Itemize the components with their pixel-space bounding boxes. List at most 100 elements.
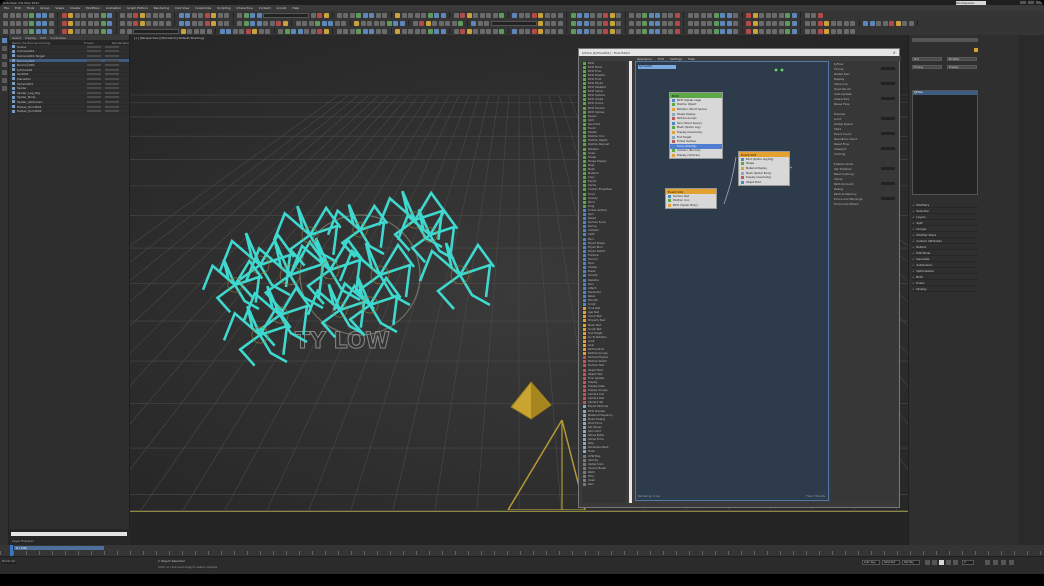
toolbar-button-icon[interactable] xyxy=(531,28,537,34)
toolbar-button-icon[interactable] xyxy=(824,28,829,34)
renderable-toggle[interactable] xyxy=(105,110,119,113)
next-frame-icon[interactable] xyxy=(946,560,951,565)
toolbar-button-icon[interactable] xyxy=(9,28,15,34)
toolbar-button-icon[interactable] xyxy=(746,28,751,34)
toolbar-button-icon[interactable] xyxy=(395,12,400,18)
rollout-header[interactable]: Modifier Stack xyxy=(912,233,978,238)
toolbar-button-icon[interactable] xyxy=(629,28,634,34)
toolbar-button-icon[interactable] xyxy=(765,12,771,18)
toolbar-button-icon[interactable] xyxy=(473,28,478,34)
set-key-button[interactable]: Set Key xyxy=(902,560,920,565)
toolbar-button-icon[interactable] xyxy=(596,28,602,34)
toolbar-button-icon[interactable] xyxy=(68,12,73,18)
toolbar-button-icon[interactable] xyxy=(191,12,197,18)
toolbar-button-icon[interactable] xyxy=(375,12,381,18)
toolbar-button-icon[interactable] xyxy=(869,20,875,26)
menu-item[interactable]: Tools xyxy=(27,6,34,10)
toolbar-button-icon[interactable] xyxy=(791,12,797,18)
toolbar-button-icon[interactable] xyxy=(609,20,615,26)
modifier-list-button[interactable]: Pick xyxy=(912,57,942,61)
explorer-menu-select[interactable]: Select xyxy=(12,36,21,40)
toolbar-button-icon[interactable] xyxy=(252,28,257,34)
toolbar-button-icon[interactable] xyxy=(100,12,106,18)
toolbar-button-icon[interactable] xyxy=(16,28,21,34)
toolbar-button-icon[interactable] xyxy=(48,28,54,34)
editor-menu-item[interactable]: Help xyxy=(688,57,695,61)
property-field[interactable] xyxy=(881,197,895,200)
toolbar-button-icon[interactable] xyxy=(733,20,738,26)
toolbar-button-icon[interactable] xyxy=(590,20,595,26)
toolbar-button-icon[interactable] xyxy=(804,20,810,26)
rollout-header[interactable]: Unique xyxy=(912,227,978,232)
toolbar-button-icon[interactable] xyxy=(159,20,164,26)
toolbar-button-icon[interactable] xyxy=(445,20,450,26)
toolbar-button-icon[interactable] xyxy=(321,20,327,26)
toolbar-button-icon[interactable] xyxy=(282,20,288,26)
toolbar-button-icon[interactable] xyxy=(791,28,797,34)
toolbar-button-icon[interactable] xyxy=(492,28,498,34)
editor-menu-item[interactable]: Edit xyxy=(658,57,664,61)
toolbar-button-icon[interactable] xyxy=(609,28,615,34)
toolbar-button-icon[interactable] xyxy=(427,12,433,18)
toolbar-button-icon[interactable] xyxy=(412,20,418,26)
toolbar-button-icon[interactable] xyxy=(518,28,524,34)
toolbar-button-icon[interactable] xyxy=(752,28,758,34)
toolbar-button-icon[interactable] xyxy=(557,28,563,34)
layout-icon[interactable] xyxy=(2,70,7,75)
toolbar-button-icon[interactable] xyxy=(830,20,836,26)
toolbar-button-icon[interactable] xyxy=(3,28,8,34)
explorer-row[interactable]: Helper_Point002 xyxy=(9,109,129,114)
toolbar-button-icon[interactable] xyxy=(596,12,602,18)
toolbar-button-icon[interactable] xyxy=(668,28,673,34)
menu-item[interactable]: Edit xyxy=(15,6,21,10)
toolbar-button-icon[interactable] xyxy=(499,12,504,18)
menu-item[interactable]: Group xyxy=(40,6,49,10)
toolbar-button-icon[interactable] xyxy=(395,28,400,34)
renderable-toggle[interactable] xyxy=(105,87,119,90)
flow-event-node[interactable]: Event 002 Surface Test Position Icon Birth … xyxy=(665,188,717,209)
toolbar-button-icon[interactable] xyxy=(42,28,47,34)
depot-operator[interactable]: Zero xyxy=(582,483,626,487)
column-renderable[interactable]: Renderable xyxy=(112,41,129,45)
toolbar-button-icon[interactable] xyxy=(707,12,712,18)
toolbar-button-icon[interactable] xyxy=(310,28,316,34)
toolbar-button-icon[interactable] xyxy=(486,12,491,18)
toolbar-button-icon[interactable] xyxy=(375,28,381,34)
auto-key-button[interactable]: Auto Key xyxy=(862,560,880,565)
menu-item[interactable]: Help xyxy=(292,6,299,10)
toolbar-button-icon[interactable] xyxy=(661,20,667,26)
renderable-toggle[interactable] xyxy=(105,64,119,67)
toolbar-button-icon[interactable] xyxy=(642,12,647,18)
toolbar-button-icon[interactable] xyxy=(74,20,80,26)
toolbar-button-icon[interactable] xyxy=(421,28,426,34)
toolbar-button-icon[interactable] xyxy=(733,12,738,18)
toolbar-button-icon[interactable] xyxy=(479,28,485,34)
toolbar-button-icon[interactable] xyxy=(317,28,322,34)
toolbar-button-icon[interactable] xyxy=(570,12,576,18)
property-field[interactable] xyxy=(881,117,895,120)
toolbar-button-icon[interactable] xyxy=(159,12,164,18)
toolbar-button-icon[interactable] xyxy=(438,20,444,26)
rollout-header[interactable]: Rollout xyxy=(912,245,978,250)
toolbar-button-icon[interactable] xyxy=(453,28,459,34)
toolbar-button-icon[interactable] xyxy=(239,28,244,34)
toolbar-button-icon[interactable] xyxy=(616,28,621,34)
toolbar-button-icon[interactable] xyxy=(146,12,151,18)
toolbar-button-icon[interactable] xyxy=(694,12,699,18)
toolbar-button-icon[interactable] xyxy=(180,28,186,34)
toolbar-button-icon[interactable] xyxy=(178,12,184,18)
toolbar-button-icon[interactable] xyxy=(843,28,849,34)
toolbar-button-icon[interactable] xyxy=(713,20,719,26)
workspace-dropdown[interactable]: Workspaces: Default xyxy=(956,0,986,9)
toolbar-button-icon[interactable] xyxy=(603,28,608,34)
property-field[interactable] xyxy=(881,167,895,170)
rollout-header[interactable]: Event xyxy=(912,281,978,286)
toolbar-button-icon[interactable] xyxy=(224,12,229,18)
toolbar-button-icon[interactable] xyxy=(310,12,316,18)
toolbar-button-icon[interactable] xyxy=(432,20,437,26)
toolbar-button-icon[interactable] xyxy=(278,28,283,34)
toolbar-button-icon[interactable] xyxy=(876,20,881,26)
toolbar-button-icon[interactable] xyxy=(596,20,602,26)
toolbar-button-icon[interactable] xyxy=(466,12,472,18)
renderable-toggle[interactable] xyxy=(105,54,119,57)
